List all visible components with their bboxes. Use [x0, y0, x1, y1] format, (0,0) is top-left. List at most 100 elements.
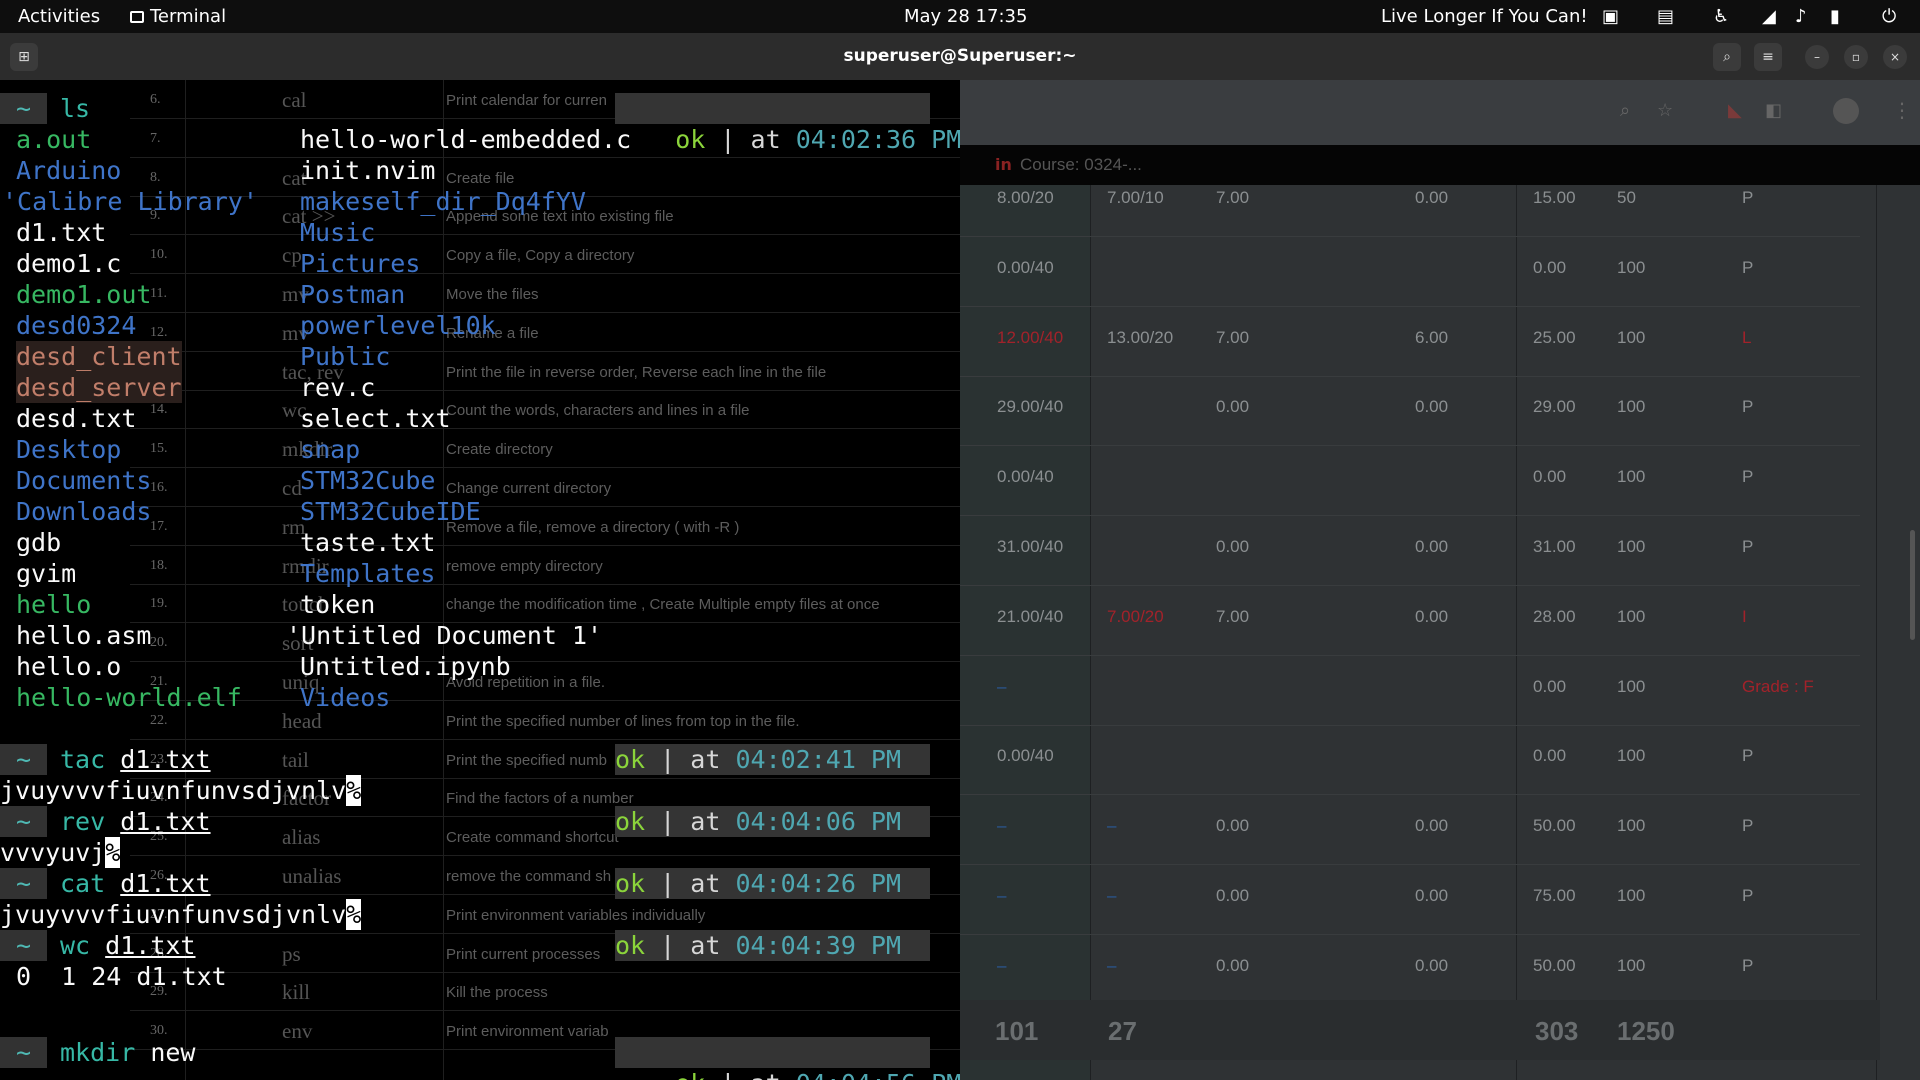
sheet-row-description: Print current processes [446, 945, 601, 963]
grade-row-divider [960, 515, 1860, 517]
maximize-icon[interactable]: ▫ [1844, 45, 1868, 69]
grade-cell: P [1742, 746, 1754, 766]
app-menu[interactable]: Terminal [130, 6, 226, 27]
volume-icon[interactable]: ♪ [1795, 6, 1807, 27]
status-time: 04:02:41 PM [735, 745, 902, 774]
grade-cell: 100 [1617, 257, 1646, 277]
ls-entry: Templates [300, 559, 436, 588]
command-name: wc [60, 931, 91, 960]
status-ok: ok [615, 807, 646, 836]
status-sep: | [720, 125, 736, 154]
status-sep: | [660, 807, 676, 836]
sheet-row-number: 15. [150, 441, 168, 457]
sheet-row-divider [130, 156, 960, 158]
wifi-icon[interactable]: ◢ [1762, 6, 1776, 27]
sheet-row-divider [130, 428, 960, 430]
status-time: 04:04:26 PM [735, 869, 902, 898]
grade-cell: – [997, 676, 1007, 696]
grade-cell: 100 [1617, 327, 1646, 347]
grade-cell: 0.00 [1415, 816, 1449, 836]
command-text: ls [60, 94, 91, 123]
grade-cell: – [997, 816, 1007, 836]
grade-cell: 12.00/40 [997, 327, 1064, 347]
grade-cell: 21.00/40 [997, 606, 1064, 626]
prompt-segment: ~ [0, 930, 47, 961]
sheet-row-command: ps [282, 941, 301, 966]
status-sep: | [720, 1069, 735, 1080]
course-logo-icon: in [995, 155, 1012, 174]
ls-entry: STM32CubeIDE [300, 497, 481, 526]
sheet-row-command: cal [282, 88, 307, 112]
status-at: at [690, 807, 721, 836]
ls-entry: Downloads [16, 497, 152, 526]
power-icon[interactable]: ⏻ [1882, 6, 1896, 27]
sheet-row-divider [130, 1010, 960, 1012]
search-icon[interactable]: ⌕ [1713, 43, 1741, 71]
ls-entry: powerlevel10k [300, 311, 496, 340]
command-name: cat [60, 869, 106, 898]
minimize-icon[interactable]: – [1805, 45, 1829, 69]
ls-entry: snap [300, 435, 361, 464]
sheet-row-command: cp [282, 243, 302, 268]
grade-cell: P [1742, 955, 1754, 975]
grade-cell: I [1742, 606, 1747, 626]
command-output: jvuyvvvfiuvnfunvsdjvnlv% [0, 899, 362, 930]
status-ok: ok [615, 869, 646, 898]
grade-cell: 75.00 [1533, 886, 1576, 905]
status-at: at [690, 745, 721, 774]
grade-cell: 0.00 [1216, 955, 1250, 975]
battery-icon[interactable]: ▮ [1830, 6, 1840, 27]
status-at: at [690, 869, 721, 898]
sheet-row-divider [130, 971, 960, 973]
sheet-row-number: 11. [150, 286, 167, 301]
hamburger-menu-icon[interactable]: ≡ [1754, 43, 1782, 71]
ls-entry: hello-world.elf [16, 683, 242, 712]
grade-cell: 50.00 [1533, 955, 1576, 975]
extension-motto[interactable]: Live Longer If You Can! [1381, 6, 1588, 27]
grade-row-divider [960, 934, 1860, 935]
ls-entry: desd0324 [16, 311, 137, 340]
ls-entry: gdb [16, 528, 62, 557]
sheet-row-divider [130, 273, 960, 275]
screen-share-icon[interactable]: ▣ [1602, 6, 1619, 27]
status-sep: | [660, 745, 676, 774]
grade-cell: – [1107, 816, 1117, 836]
sheet-row-description: Print environment variab [446, 1023, 609, 1041]
clock[interactable]: May 28 17:35 [904, 6, 1027, 27]
sheet-row-command: cd [282, 476, 302, 500]
ls-entry: desd_client [16, 341, 182, 372]
ls-entry: hello-world-embedded.c [300, 125, 632, 154]
command-text: rev d1.txt [60, 806, 211, 837]
status-segment: ok | at 04:02:41 PM [615, 744, 930, 775]
ls-entry: Arduino [16, 156, 122, 185]
command-text: tac d1.txt [60, 744, 211, 775]
grade-cell: 0.00 [1216, 816, 1250, 836]
terminal-window[interactable]: 6. cal Print calendar for curren 7. 8. cat Cre… [0, 80, 960, 1080]
window-titlebar: ⊞ superuser@Superuser:~ ⌕ ≡ – ▫ × [0, 33, 1920, 80]
grade-cell: 0.00 [1216, 537, 1250, 556]
ls-entry: Documents [16, 466, 152, 495]
status-segment: ok | at 04:04:06 PM [615, 806, 930, 837]
grade-cell: P [1742, 537, 1754, 556]
clipboard-icon[interactable]: ▤ [1657, 6, 1674, 27]
sheet-row-description: Find the factors of a number [446, 790, 634, 808]
sheet-row-number: 17. [150, 518, 168, 534]
sheet-row-description: Change current directory [446, 480, 612, 497]
grade-row-divider [960, 236, 1860, 237]
browser-scrollbar[interactable] [1910, 530, 1915, 640]
no-newline-marker: % [346, 775, 362, 806]
sheet-row-number: 10. [150, 247, 168, 263]
grade-cell: 0.00 [1533, 676, 1567, 696]
accessibility-icon[interactable]: ♿ [1713, 6, 1729, 27]
grade-cell: – [1107, 955, 1117, 975]
ls-entry: Postman [300, 280, 406, 309]
grade-cell: 0.00 [1415, 537, 1449, 556]
command-line-input[interactable]: mkdir new [60, 1037, 195, 1068]
total-2: 27 [1108, 1016, 1137, 1046]
sheet-row-number: 19. [150, 596, 168, 612]
breadcrumb-course: Course: 0324-... [1020, 155, 1142, 174]
close-icon[interactable]: × [1883, 45, 1907, 69]
activities-button[interactable]: Activities [18, 6, 100, 27]
status-time: 04:04:56 PM [796, 1069, 960, 1080]
app-name: Terminal [150, 6, 227, 27]
